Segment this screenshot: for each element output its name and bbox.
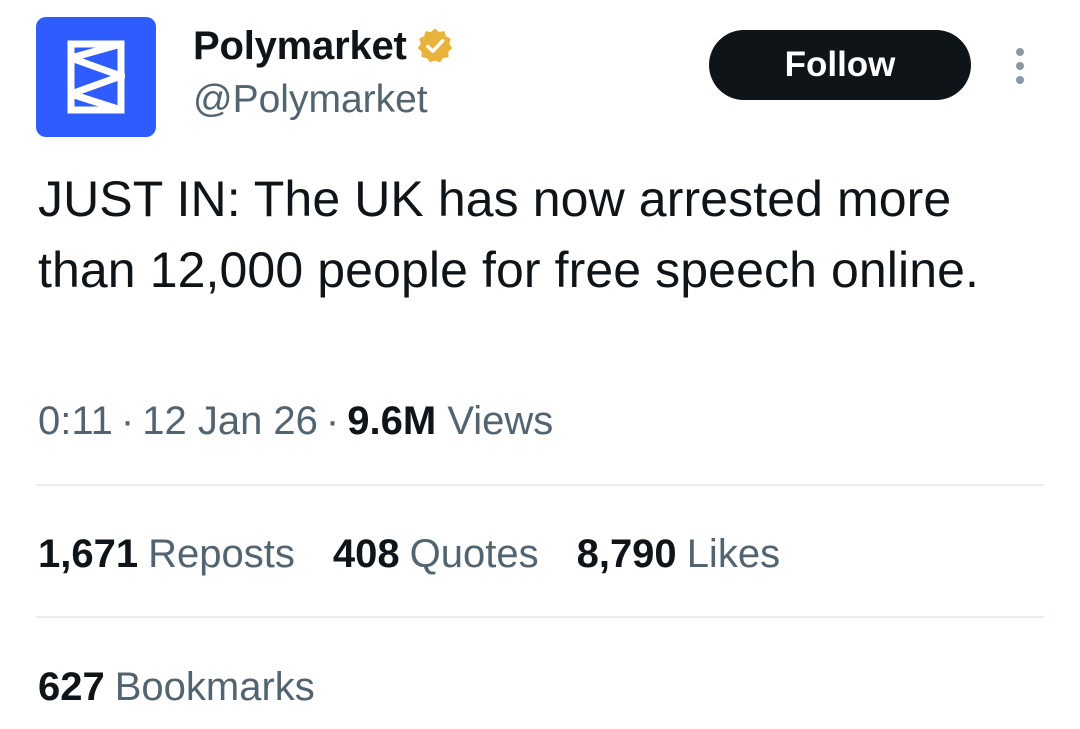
likes-label: Likes: [686, 532, 781, 576]
divider: [36, 616, 1044, 618]
quotes-label: Quotes: [409, 532, 539, 576]
views-label: Views: [447, 399, 554, 443]
tweet-text: JUST IN: The UK has now arrested more th…: [38, 171, 980, 298]
bookmarks-count: 627: [38, 665, 105, 709]
author-handle[interactable]: @Polymarket: [193, 76, 428, 124]
author-display-name[interactable]: Polymarket: [193, 22, 454, 70]
tweet-meta: 0:11 · 12 Jan 26 · 9.6M Views: [38, 395, 553, 447]
polymarket-logo-icon: [67, 40, 125, 114]
vertical-ellipsis-icon[interactable]: [1008, 44, 1032, 88]
reposts-count: 1,671: [38, 532, 139, 576]
reposts-label: Reposts: [148, 532, 295, 576]
display-name-text: Polymarket: [193, 24, 407, 68]
avatar[interactable]: [36, 17, 156, 137]
likes-stat[interactable]: 8,790 Likes: [577, 528, 781, 580]
bookmarks-stat[interactable]: 627 Bookmarks: [38, 661, 315, 713]
tweet-date[interactable]: 12 Jan 26: [142, 399, 318, 443]
verified-badge-icon: [417, 28, 452, 63]
quotes-count: 408: [332, 532, 400, 576]
likes-count: 8,790: [576, 532, 677, 576]
tweet-time[interactable]: 0:11: [38, 399, 113, 443]
engagement-stats: 1,671 Reposts 408 Quotes 8,790 Likes: [38, 528, 818, 580]
reposts-stat[interactable]: 1,671 Reposts: [38, 528, 295, 580]
meta-separator: ·: [325, 399, 340, 443]
quotes-stat[interactable]: 408 Quotes: [333, 528, 539, 580]
divider: [36, 484, 1044, 486]
follow-button[interactable]: Follow: [709, 30, 971, 100]
views-count: 9.6M: [347, 399, 437, 443]
meta-separator: ·: [120, 399, 135, 443]
bookmarks-label: Bookmarks: [114, 665, 315, 709]
